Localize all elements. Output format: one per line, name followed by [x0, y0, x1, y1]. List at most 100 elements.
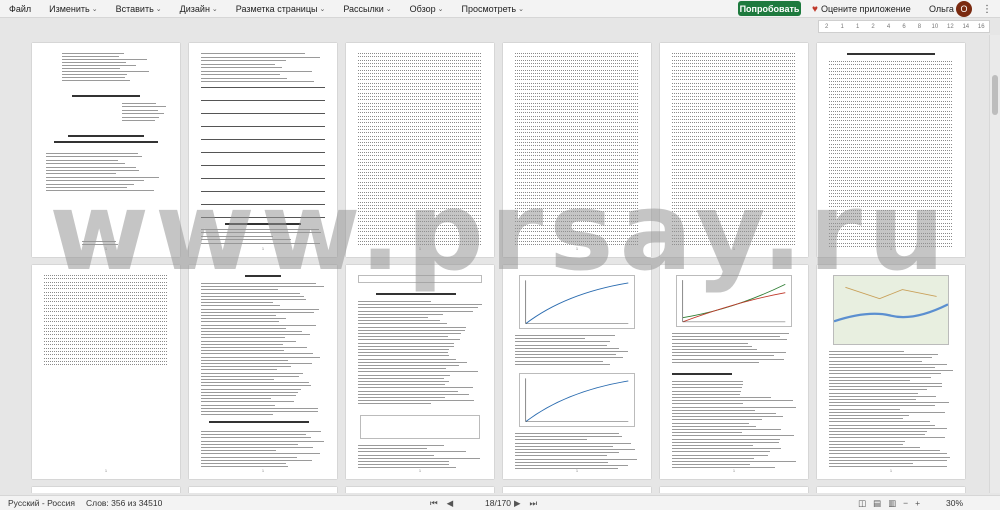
rate-app-button[interactable]: ♥ Оцените приложение — [812, 0, 911, 18]
page-number: 1 — [732, 246, 736, 251]
text-line — [46, 187, 128, 188]
focus-icon[interactable]: ◫ — [858, 498, 866, 509]
try-button[interactable]: Попробовать — [738, 1, 801, 16]
menu-item[interactable]: Дизайн ⌄ — [171, 4, 227, 14]
scrollbar-thumb[interactable] — [992, 75, 998, 115]
page-thumbnail[interactable]: 1 — [817, 265, 965, 479]
text-line — [201, 63, 275, 65]
text-line — [122, 113, 165, 115]
first-page-icon[interactable]: ⏮ — [430, 498, 438, 509]
text-line — [44, 284, 168, 286]
ruler: 2 1 1 2 4 6 8 10 12 14 16 — [818, 20, 990, 33]
text-line — [672, 56, 796, 58]
avatar[interactable]: О — [956, 1, 972, 17]
menu-item[interactable]: Рассылки ⌄ — [334, 4, 400, 14]
text-line — [829, 447, 920, 448]
text-line — [829, 367, 936, 368]
text-line — [672, 432, 743, 434]
page-thumbnail[interactable] — [817, 487, 965, 493]
text-line — [201, 139, 325, 140]
vertical-scrollbar[interactable] — [989, 35, 1000, 493]
text-line — [46, 159, 119, 161]
page-thumbnail[interactable]: 1 — [660, 265, 808, 479]
page-thumbnail[interactable]: 1 — [32, 43, 180, 257]
text-line — [358, 301, 431, 302]
page-thumbnail[interactable]: 1 — [817, 43, 965, 257]
page-thumbnail[interactable]: 1 — [503, 43, 651, 257]
zoom-level[interactable]: 30% — [946, 498, 963, 508]
page-thumbnail[interactable] — [660, 487, 808, 493]
text-line — [829, 399, 916, 400]
user-name[interactable]: Ольга — [929, 0, 954, 18]
text-line — [829, 199, 953, 201]
zoom-out-icon[interactable]: − — [903, 498, 908, 509]
text-line — [672, 79, 796, 81]
menu-item[interactable]: Вставить ⌄ — [107, 4, 171, 14]
document-canvas[interactable]: 1 1 1 1 1 1 1 1 1 1 1 1 — [0, 35, 1000, 493]
page-thumbnail[interactable] — [346, 487, 494, 493]
page-thumbnail[interactable]: 1 — [346, 265, 494, 479]
text-line — [62, 80, 130, 81]
text-line — [201, 356, 320, 358]
page-thumbnail[interactable]: 1 — [346, 43, 494, 257]
text-line — [515, 442, 631, 444]
text-line — [358, 204, 482, 206]
ruler-mark: 10 — [931, 23, 939, 30]
menu-item[interactable]: Обзор ⌄ — [401, 4, 453, 14]
text-line — [358, 112, 482, 114]
menu-item[interactable]: Изменить ⌄ — [40, 4, 106, 14]
read-mode-icon[interactable]: ▤ — [873, 498, 881, 509]
text-line — [672, 406, 796, 408]
text-line — [672, 155, 796, 157]
next-page-icon[interactable]: ▶ — [514, 498, 521, 509]
menu-item[interactable]: Файл — [0, 4, 40, 14]
view-controls: ◫ ▤ ▥ − + — [858, 498, 920, 509]
text-line — [358, 237, 482, 239]
text-line — [201, 217, 325, 218]
text-line — [829, 123, 953, 125]
print-layout-icon[interactable]: ▥ — [888, 498, 896, 509]
text-line — [358, 349, 450, 350]
page-thumbnail[interactable]: 1 — [660, 43, 808, 257]
text-line — [829, 456, 950, 458]
menu-item[interactable]: Разметка страницы ⌄ — [227, 4, 335, 14]
text-line — [829, 232, 953, 234]
text-line — [829, 418, 903, 420]
page-number: 1 — [889, 246, 893, 251]
language-indicator[interactable]: Русский - Россия — [8, 498, 75, 508]
page-thumbnail[interactable] — [503, 487, 651, 493]
menu-item-label: Разметка страницы — [235, 3, 318, 14]
text-line — [515, 363, 610, 365]
ruler-mark: 1 — [855, 23, 860, 30]
text-line — [201, 385, 312, 387]
text-line — [44, 294, 168, 296]
zoom-in-icon[interactable]: + — [915, 498, 920, 509]
heading-line — [245, 275, 281, 277]
prev-page-icon[interactable]: ◀ — [447, 498, 454, 509]
page-thumbnail[interactable]: 1 — [32, 265, 180, 479]
page-thumbnail[interactable] — [32, 487, 180, 493]
page-number: 1 — [732, 468, 736, 473]
page-indicator[interactable]: 18/170 — [485, 498, 511, 508]
text-line — [672, 454, 769, 456]
last-page-icon[interactable]: ⏭ — [530, 498, 538, 509]
word-count[interactable]: Слов: 356 из 34510 — [86, 498, 162, 508]
text-line — [201, 372, 303, 374]
text-line — [515, 171, 639, 173]
more-options-icon[interactable]: ⋮ — [982, 0, 992, 18]
page-thumbnail[interactable] — [189, 487, 337, 493]
page-thumbnail[interactable]: 1 — [189, 43, 337, 257]
text-line — [672, 409, 755, 411]
text-line — [829, 100, 953, 102]
menu-item[interactable]: Просмотреть ⌄ — [452, 4, 533, 14]
text-line — [515, 224, 639, 226]
text-line — [672, 119, 796, 120]
text-line — [672, 145, 796, 147]
page-thumbnail[interactable]: 1 — [189, 265, 337, 479]
text-line — [672, 69, 796, 71]
text-line — [672, 72, 796, 74]
text-line — [358, 59, 482, 61]
page-thumbnail[interactable]: 1 — [503, 265, 651, 479]
figure — [676, 275, 792, 327]
text-line — [358, 397, 445, 398]
